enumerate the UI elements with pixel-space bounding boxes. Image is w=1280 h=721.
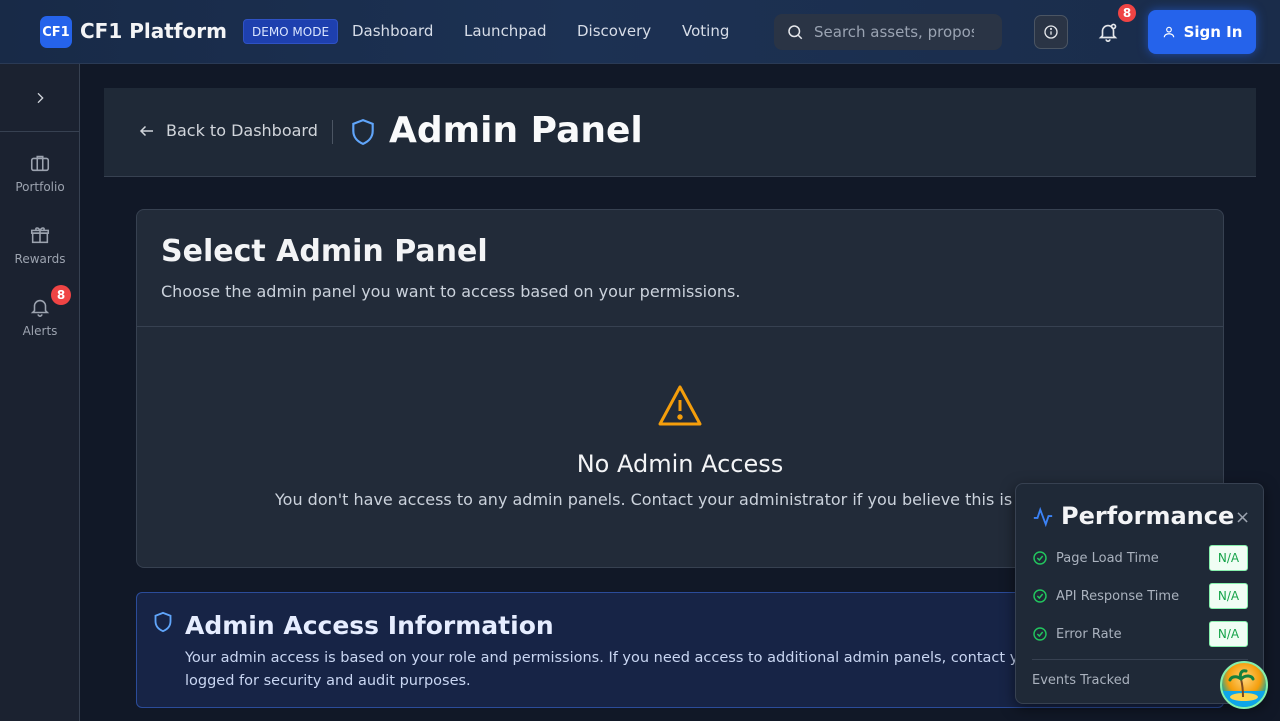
no-access-title: No Admin Access	[576, 450, 784, 478]
sidebar-item-label: Alerts	[22, 324, 58, 338]
warning-icon	[658, 385, 702, 426]
events-tracked-label: Events Tracked	[1032, 673, 1130, 688]
sign-in-label: Sign In	[1183, 23, 1243, 41]
bell-icon	[1098, 23, 1118, 42]
search-box	[774, 14, 1002, 50]
alerts-count-badge: 8	[51, 285, 71, 305]
performance-divider	[1032, 659, 1248, 660]
nav-launchpad[interactable]: Launchpad	[464, 22, 547, 40]
card-title: Select Admin Panel	[161, 234, 488, 269]
check-circle-icon	[1033, 589, 1047, 603]
shield-icon	[352, 118, 374, 146]
info-icon	[1044, 25, 1058, 39]
sign-in-button[interactable]: Sign In	[1148, 10, 1256, 54]
metric-row: Page Load Time N/A	[1032, 545, 1248, 571]
close-button[interactable]: ×	[1235, 507, 1250, 528]
shield-icon	[154, 611, 172, 633]
page-header: Back to Dashboard Admin Panel	[104, 88, 1256, 177]
info-button[interactable]	[1034, 15, 1068, 49]
chevron-right-icon	[37, 92, 44, 103]
palm-tree-icon	[1222, 669, 1266, 707]
gift-icon	[30, 227, 50, 244]
check-circle-icon	[1033, 551, 1047, 565]
demo-mode-badge: DEMO MODE	[243, 19, 339, 44]
briefcase-icon	[30, 155, 50, 172]
metric-value: N/A	[1209, 621, 1248, 647]
sidebar-item-portfolio[interactable]: Portfolio	[0, 152, 80, 212]
user-icon	[1163, 26, 1174, 38]
back-to-dashboard-link[interactable]: Back to Dashboard	[138, 121, 318, 140]
top-navbar: CF1 CF1 Platform DEMO MODE Dashboard Lau…	[0, 0, 1280, 64]
search-input[interactable]	[814, 23, 974, 41]
nav-dashboard[interactable]: Dashboard	[352, 22, 433, 40]
card-divider	[137, 326, 1223, 327]
metric-label: Page Load Time	[1056, 550, 1159, 566]
metric-label: API Response Time	[1056, 588, 1180, 604]
arrow-left-icon	[139, 125, 153, 136]
info-card-title: Admin Access Information	[185, 611, 554, 640]
metric-label: Error Rate	[1056, 626, 1122, 642]
nav-discovery[interactable]: Discovery	[577, 22, 651, 40]
nav-voting[interactable]: Voting	[682, 22, 729, 40]
activity-icon	[1033, 506, 1053, 528]
notification-count-badge: 8	[1118, 4, 1136, 22]
page-title: Admin Panel	[389, 110, 643, 151]
sidebar-expand-button[interactable]	[0, 64, 80, 132]
performance-title: Performance	[1061, 502, 1235, 530]
sidebar: Portfolio Rewards Alerts 8	[0, 64, 80, 721]
metric-row: API Response Time N/A	[1032, 583, 1248, 609]
check-circle-icon	[1033, 627, 1047, 641]
metric-row: Error Rate N/A	[1032, 621, 1248, 647]
sidebar-item-label: Rewards	[14, 252, 66, 266]
brand-name[interactable]: CF1 Platform	[80, 19, 227, 43]
header-divider	[332, 120, 333, 144]
metric-value: N/A	[1209, 583, 1248, 609]
sidebar-item-alerts[interactable]: Alerts	[0, 296, 80, 356]
sidebar-item-label: Portfolio	[15, 180, 65, 194]
sidebar-item-rewards[interactable]: Rewards	[0, 224, 80, 284]
card-subtitle: Choose the admin panel you want to acces…	[161, 282, 741, 301]
metric-value: N/A	[1209, 545, 1248, 571]
search-icon	[788, 25, 803, 40]
bell-icon	[30, 299, 50, 317]
back-label: Back to Dashboard	[166, 121, 318, 140]
assistant-avatar[interactable]	[1220, 661, 1268, 709]
logo-badge[interactable]: CF1	[40, 16, 72, 48]
